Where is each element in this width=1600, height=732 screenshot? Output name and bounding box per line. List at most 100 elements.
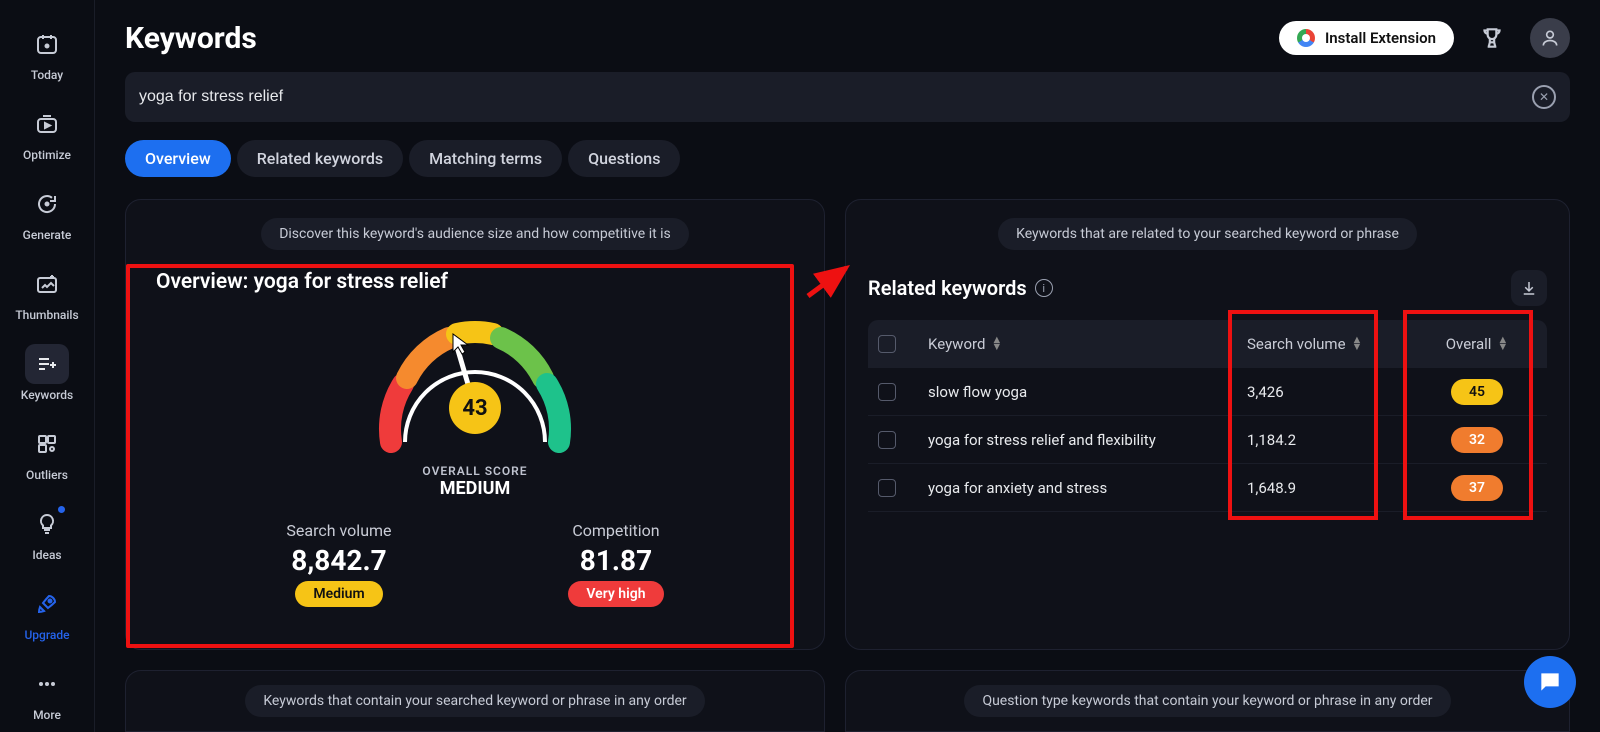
overview-chip: Discover this keyword's audience size an… xyxy=(261,218,689,250)
content-grid: Discover this keyword's audience size an… xyxy=(125,199,1570,650)
sort-icon: ▲▼ xyxy=(1352,337,1363,350)
dots-icon xyxy=(25,664,69,704)
nav-keywords[interactable]: Keywords xyxy=(7,338,87,408)
tab-related-keywords[interactable]: Related keywords xyxy=(237,140,403,177)
topbar: Keywords Install Extension xyxy=(125,18,1570,58)
row-checkbox[interactable] xyxy=(878,431,896,449)
refresh-icon xyxy=(25,184,69,224)
overall-badge: 37 xyxy=(1451,475,1503,501)
matching-terms-card: Keywords that contain your searched keyw… xyxy=(125,670,825,732)
nav-more[interactable]: More xyxy=(7,658,87,728)
nav-ideas[interactable]: Ideas xyxy=(7,498,87,568)
th-search-volume[interactable]: Search volume▲▼ xyxy=(1247,335,1417,353)
metric-search-volume: Search volume 8,842.7 Medium xyxy=(286,521,391,607)
chrome-icon xyxy=(1297,29,1315,47)
overview-card: Discover this keyword's audience size an… xyxy=(125,199,825,650)
score-value: 43 xyxy=(449,382,501,434)
grid-dots-icon xyxy=(25,424,69,464)
install-extension-button[interactable]: Install Extension xyxy=(1279,21,1454,55)
nav-label: Upgrade xyxy=(24,628,69,642)
table-row[interactable]: slow flow yoga 3,426 45 xyxy=(868,368,1547,416)
install-label: Install Extension xyxy=(1325,29,1436,47)
image-plus-icon xyxy=(25,264,69,304)
nav-label: Keywords xyxy=(21,388,73,402)
cell-keyword: yoga for stress relief and flexibility xyxy=(928,431,1247,449)
search-input[interactable] xyxy=(139,88,1532,106)
row-checkbox[interactable] xyxy=(878,479,896,497)
info-icon[interactable]: i xyxy=(1035,279,1053,297)
sort-icon: ▲▼ xyxy=(991,337,1002,350)
competition-badge: Very high xyxy=(568,581,663,607)
score-label-big: MEDIUM xyxy=(422,478,527,499)
score-label-small: OVERALL SCORE xyxy=(422,464,527,478)
metric-competition: Competition 81.87 Very high xyxy=(568,521,663,607)
search-volume-badge: Medium xyxy=(295,581,382,607)
overview-title: Overview: yoga for stress relief xyxy=(148,270,802,294)
rocket-icon xyxy=(25,584,69,624)
questions-chip: Question type keywords that contain your… xyxy=(964,685,1450,717)
tabs: Overview Related keywords Matching terms… xyxy=(125,140,1570,177)
close-icon: ✕ xyxy=(1539,90,1549,104)
related-title: Related keywords xyxy=(868,276,1027,300)
tab-questions[interactable]: Questions xyxy=(568,140,680,177)
nav-thumbnails[interactable]: Thumbnails xyxy=(7,258,87,328)
matching-chip: Keywords that contain your searched keyw… xyxy=(245,685,704,717)
score-gauge: 43 xyxy=(355,304,595,464)
avatar[interactable] xyxy=(1530,18,1570,58)
main-panel: Keywords Install Extension ✕ Overview Re… xyxy=(95,0,1600,732)
chat-button[interactable] xyxy=(1524,656,1576,708)
nav-today[interactable]: Today xyxy=(7,18,87,88)
gauge-container: 43 OVERALL SCORE MEDIUM xyxy=(148,304,802,499)
nav-upgrade[interactable]: Upgrade xyxy=(7,578,87,648)
row-checkbox[interactable] xyxy=(878,383,896,401)
nav-generate[interactable]: Generate xyxy=(7,178,87,248)
table-row[interactable]: yoga for stress relief and flexibility 1… xyxy=(868,416,1547,464)
related-table: Keyword▲▼ Search volume▲▼ Overall▲▼ slow… xyxy=(868,320,1547,512)
nav-label: Outliers xyxy=(26,468,68,482)
video-play-icon xyxy=(25,104,69,144)
nav-outliers[interactable]: Outliers xyxy=(7,418,87,488)
metric-value: 81.87 xyxy=(580,544,652,577)
questions-card: Question type keywords that contain your… xyxy=(845,670,1570,732)
nav-label: Optimize xyxy=(23,148,71,162)
metrics-row: Search volume 8,842.7 Medium Competition… xyxy=(148,521,802,607)
nav-label: Today xyxy=(31,68,63,82)
th-checkbox[interactable] xyxy=(878,335,928,353)
related-keywords-card: Keywords that are related to your search… xyxy=(845,199,1570,650)
sort-icon: ▲▼ xyxy=(1497,337,1508,350)
cell-search-volume: 1,184.2 xyxy=(1247,431,1417,449)
gauge-label: OVERALL SCORE MEDIUM xyxy=(422,464,527,499)
nav-label: More xyxy=(33,708,61,722)
lower-strip: Keywords that contain your searched keyw… xyxy=(125,670,1570,732)
cursor-icon xyxy=(451,332,471,356)
topbar-actions: Install Extension xyxy=(1279,18,1570,58)
table-header: Keyword▲▼ Search volume▲▼ Overall▲▼ xyxy=(868,320,1547,368)
calendar-icon xyxy=(25,24,69,64)
cell-search-volume: 1,648.9 xyxy=(1247,479,1417,497)
related-chip: Keywords that are related to your search… xyxy=(998,218,1417,250)
tab-overview[interactable]: Overview xyxy=(125,140,231,177)
page-title: Keywords xyxy=(125,21,257,56)
th-keyword[interactable]: Keyword▲▼ xyxy=(928,335,1247,353)
nav-label: Ideas xyxy=(32,548,61,562)
nav-optimize[interactable]: Optimize xyxy=(7,98,87,168)
table-row[interactable]: yoga for anxiety and stress 1,648.9 37 xyxy=(868,464,1547,512)
overall-badge: 45 xyxy=(1451,379,1503,405)
tab-matching-terms[interactable]: Matching terms xyxy=(409,140,562,177)
clear-search-button[interactable]: ✕ xyxy=(1532,85,1556,109)
sidebar-nav: Today Optimize Generate Thumbnails Keywo… xyxy=(0,0,95,732)
download-button[interactable] xyxy=(1511,270,1547,306)
cell-keyword: slow flow yoga xyxy=(928,383,1247,401)
search-bar: ✕ xyxy=(125,72,1570,122)
notification-dot xyxy=(58,506,65,513)
th-overall[interactable]: Overall▲▼ xyxy=(1417,335,1537,353)
lightbulb-icon xyxy=(25,504,69,544)
nav-label: Generate xyxy=(23,228,72,242)
trophy-icon[interactable] xyxy=(1472,18,1512,58)
annotation-arrow-icon xyxy=(806,262,856,302)
metric-title: Search volume xyxy=(286,521,391,540)
cell-search-volume: 3,426 xyxy=(1247,383,1417,401)
cell-keyword: yoga for anxiety and stress xyxy=(928,479,1247,497)
metric-title: Competition xyxy=(572,521,659,540)
chat-icon xyxy=(1537,669,1563,695)
